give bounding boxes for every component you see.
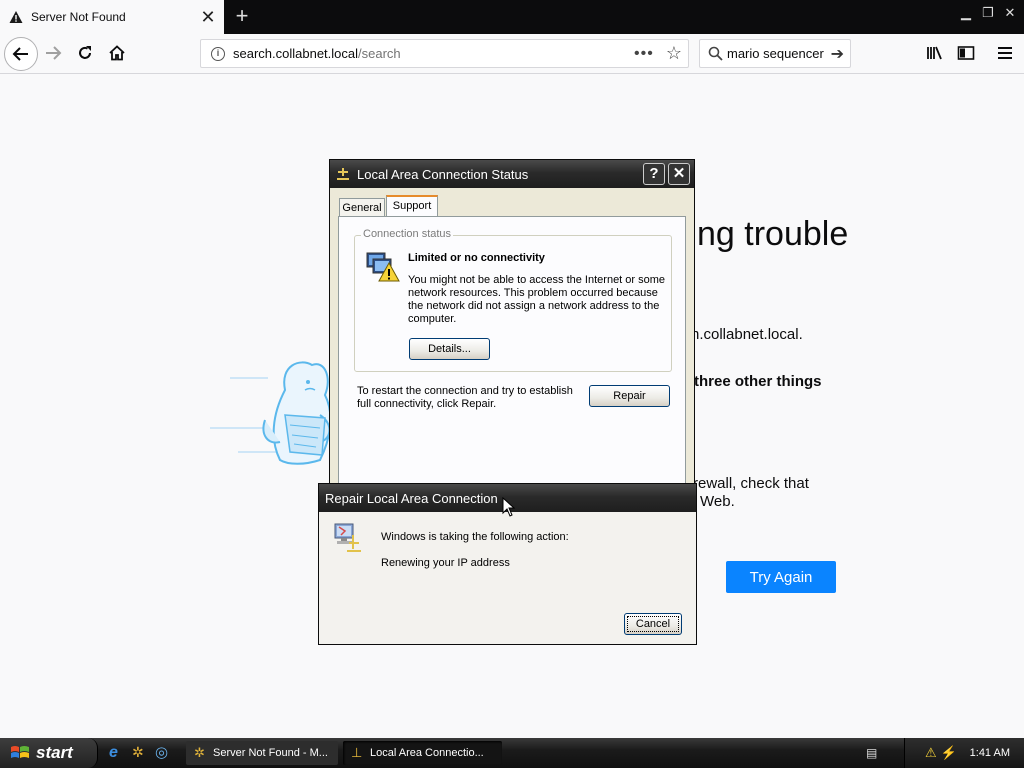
bookmark-star-icon[interactable]: ☆ [666,43,682,64]
back-arrow-icon [12,47,28,61]
network-quicklaunch-icon[interactable]: ✲ [132,744,144,761]
group-label: Connection status [361,228,454,240]
page-actions-icon[interactable]: ••• [634,45,654,63]
help-button[interactable]: ? [643,163,665,185]
taskbar: start e ✲ ◎ ✲ Server Not Found - M... ⊥ … [0,738,1024,768]
forward-button[interactable] [38,38,68,68]
repair-button[interactable]: Repair [589,385,670,407]
tab-title: Server Not Found [31,10,126,24]
cancel-button[interactable]: Cancel [624,613,682,635]
taskbar-item-connection-status[interactable]: ⊥ Local Area Connectio... [343,741,502,765]
browser-tab-bar: Server Not Found ✕ + ▁ ❐ ✕ [0,0,1024,34]
network-tray-icon[interactable]: ⚡ [941,745,957,761]
back-button[interactable] [4,37,38,71]
taskbar-item-label: Local Area Connectio... [370,747,484,759]
network-warning-tray-icon[interactable]: ⚠ [925,745,937,761]
network-warning-icon [366,252,400,282]
tab-close-icon[interactable]: ✕ [198,7,218,28]
reload-button[interactable] [70,38,100,68]
hamburger-menu-icon[interactable] [990,38,1020,68]
error-web-text: Web. [700,493,735,510]
taskbar-item-label: Server Not Found - M... [213,747,328,759]
site-info-icon[interactable]: i [211,46,225,61]
start-button[interactable]: start [0,738,98,768]
library-icon[interactable] [920,38,950,68]
start-label: start [36,743,73,762]
connection-status-group: Connection status Limited or no connecti… [354,228,672,372]
sidebar-icon[interactable] [951,38,981,68]
status-heading: Limited or no connectivity [408,252,545,264]
forward-arrow-icon [46,46,62,60]
repair-action-label: Windows is taking the following action: [381,531,569,543]
network-task-icon: ⊥ [351,745,363,760]
dialog-close-button[interactable]: ✕ [668,163,690,185]
minimize-icon[interactable]: ▁ [956,4,976,22]
connection-status-dialog: Local Area Connection Status ? ✕ General… [329,159,695,489]
error-host-text: h.collabnet.local. [691,326,803,343]
search-icon [708,46,723,61]
search-bar[interactable]: mario sequencer ➔ [699,39,851,68]
system-tray: ⚠ ⚡ 1:41 AM [904,738,1024,768]
home-icon [109,45,125,61]
browser-tab[interactable]: Server Not Found ✕ [0,0,224,34]
browser-quicklaunch-icon[interactable]: ◎ [155,743,168,761]
taskbar-item-browser[interactable]: ✲ Server Not Found - M... [186,741,338,765]
navigation-toolbar: i search.collabnet.local/search ••• ☆ ma… [0,34,1024,74]
close-window-icon[interactable]: ✕ [1000,4,1020,22]
network-connection-icon [335,167,351,181]
try-again-button[interactable]: Try Again [726,561,836,593]
repair-dialog-title: Repair Local Area Connection [325,490,498,506]
ie-quicklaunch-icon[interactable]: e [109,744,118,762]
url-host: search.collabnet.local [233,46,359,61]
repair-instructions: To restart the connection and try to est… [357,385,573,410]
browser-task-icon: ✲ [194,745,205,760]
tab-support[interactable]: Support [386,195,438,217]
windows-logo-icon [11,746,29,758]
mouse-cursor-icon [502,497,516,517]
dialog-title-bar[interactable]: Local Area Connection Status ? ✕ [330,160,694,188]
home-button[interactable] [102,38,132,68]
url-path: /search [358,46,401,61]
dialog-title: Local Area Connection Status [357,166,529,182]
network-computer-icon [334,523,361,552]
reload-icon [79,46,91,59]
details-button[interactable]: Details... [409,338,490,360]
status-description: You might not be able to access the Inte… [408,274,666,325]
support-tab-panel: Connection status Limited or no connecti… [338,216,686,486]
url-text[interactable]: search.collabnet.local/search [233,46,634,61]
keyboard-tray-icon[interactable]: ▤ [866,746,877,760]
restore-icon[interactable]: ❐ [978,4,998,22]
tab-general[interactable]: General [339,198,385,216]
error-firewall-text: rewall, check that [693,475,809,492]
repair-action-text: Renewing your IP address [381,557,510,569]
error-suggestion-heading: three other things [694,373,822,390]
error-title: ng trouble [697,215,849,253]
warning-icon [9,10,27,24]
clock: 1:41 AM [969,747,1010,759]
search-input[interactable]: mario sequencer [727,46,831,61]
new-tab-button[interactable]: + [228,2,256,30]
url-bar[interactable]: i search.collabnet.local/search ••• ☆ [200,39,689,68]
search-go-icon[interactable]: ➔ [831,44,844,64]
